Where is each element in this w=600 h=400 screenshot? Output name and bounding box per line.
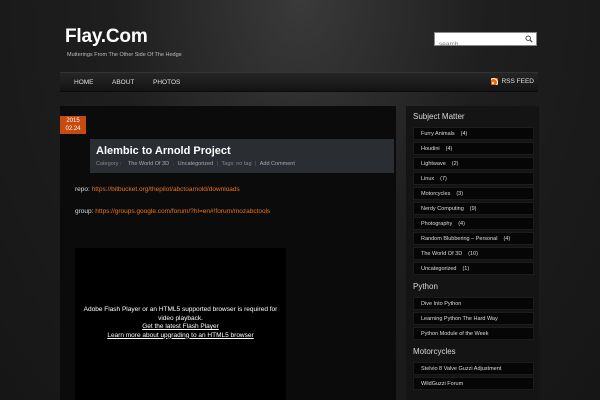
- upgrade-html5-link[interactable]: Learn more about upgrading to an HTML5 b…: [75, 332, 286, 341]
- sidebar-item-label: Motorcycles: [421, 191, 451, 197]
- sidebar-item-label: Linux: [421, 176, 435, 182]
- sidebar-item-count: (7): [440, 176, 447, 182]
- tags-label: Tags: no tag: [221, 161, 252, 167]
- meta-separator: |: [255, 161, 257, 167]
- rss-feed-link[interactable]: RSS FEED: [491, 78, 534, 85]
- group-line: group: https://groups.google.com/forum/?…: [75, 208, 270, 215]
- sidebar-item-label: Python Module of the Week: [421, 331, 489, 337]
- sidebar-item-count: (4): [458, 221, 465, 227]
- sidebar-item-lightwave[interactable]: Lightwave (2): [413, 157, 534, 170]
- sidebar-item-label: Nerdy Computing: [421, 206, 464, 212]
- search-box: [434, 32, 537, 51]
- sidebar-item-count: (1): [462, 266, 470, 272]
- sidebar-item-label: Learning Python The Hard Way: [421, 316, 498, 322]
- sidebar-item-label: Lightwave: [421, 161, 446, 167]
- post-date-badge: 2015 02.24: [60, 116, 86, 134]
- sidebar-item-label: The World Of 3D: [421, 251, 463, 257]
- sidebar-item-houdini[interactable]: Houdini (4): [413, 142, 534, 155]
- add-comment-link[interactable]: Add Comment: [260, 161, 295, 167]
- sidebar-item-world-of-3d[interactable]: The World Of 3D (10): [413, 247, 534, 260]
- flash-message-line2: video playback.: [158, 314, 203, 322]
- sidebar-item-count: (3): [456, 191, 464, 197]
- sidebar-item-label: WildGuzzi Forum: [421, 381, 464, 387]
- sidebar-item-count: (2): [451, 161, 459, 167]
- sidebar-item-motorcycles[interactable]: Motorcycles (3): [413, 187, 534, 200]
- sidebar-item-count: (10): [468, 251, 478, 257]
- sidebar-item-count: (4): [445, 146, 453, 152]
- rss-icon: [491, 78, 499, 85]
- sidebar-item-count: (9): [469, 206, 477, 212]
- search-input[interactable]: [435, 38, 521, 51]
- main-navbar: HOME ABOUT PHOTOS RSS FEED: [60, 72, 538, 92]
- sidebar-item-random-blubbering[interactable]: Random Blubbering – Personal (4): [413, 232, 534, 245]
- meta-separator: ,: [172, 161, 175, 167]
- nav-home[interactable]: HOME: [74, 79, 94, 86]
- repo-link[interactable]: https://bitbucket.org/thepilot/abctoarno…: [92, 186, 240, 193]
- sidebar-link-wildguzzi[interactable]: WildGuzzi Forum: [413, 377, 534, 390]
- sidebar-item-label: Stelvio 8 Valve Guzzi Adjustment: [421, 366, 502, 372]
- sidebar-item-label: Furry Animals: [421, 131, 455, 137]
- category-link-3d[interactable]: The World Of 3D: [128, 161, 169, 167]
- sidebar-item-uncategorized[interactable]: Uncategorized (1): [413, 262, 534, 275]
- sidebar-item-furry-animals[interactable]: Furry Animals (4): [413, 127, 534, 140]
- sidebar-item-photography[interactable]: Photography (4): [413, 217, 534, 230]
- flash-message: Adobe Flash Player or an HTML5 supported…: [75, 306, 286, 340]
- meta-separator: |: [216, 161, 219, 167]
- repo-label: repo:: [75, 186, 90, 193]
- nav-photos[interactable]: PHOTOS: [153, 79, 180, 86]
- repo-line: repo: https://bitbucket.org/thepilot/abc…: [75, 186, 240, 193]
- sidebar-link-python-motw[interactable]: Python Module of the Week: [413, 327, 534, 340]
- sidebar-link-learn-python-hard-way[interactable]: Learning Python The Hard Way: [413, 312, 534, 325]
- sidebar-item-label: Houdini: [421, 146, 440, 152]
- sidebar-link-stelvio[interactable]: Stelvio 8 Valve Guzzi Adjustment: [413, 362, 534, 375]
- flash-message-line1: Adobe Flash Player or an HTML5 supported…: [83, 306, 278, 313]
- nav-about[interactable]: ABOUT: [112, 79, 134, 86]
- sidebar-title-python: Python: [413, 282, 438, 291]
- category-label: Category :: [96, 161, 122, 167]
- sidebar-item-nerdy-computing[interactable]: Nerdy Computing (9): [413, 202, 534, 215]
- sidebar-title-subject-matter: Subject Matter: [413, 112, 465, 121]
- sidebar-item-linux[interactable]: Linux (7): [413, 172, 534, 185]
- site-tagline: Mutterings From The Other Side Of The He…: [67, 52, 182, 58]
- group-label: group:: [75, 208, 94, 215]
- sidebar-title-motorcycles: Motorcycles: [413, 347, 456, 356]
- post-meta: Category : The World Of 3D , Uncategoriz…: [96, 161, 295, 167]
- sidebar-item-count: (4): [460, 131, 468, 137]
- sidebar-item-label: Photography: [421, 221, 453, 227]
- category-link-uncategorized[interactable]: Uncategorized: [178, 161, 213, 167]
- search-icon[interactable]: [525, 35, 533, 43]
- post-header: Alembic to Arnold Project Category : The…: [90, 139, 394, 173]
- group-link[interactable]: https://groups.google.com/forum/?hl=en#!…: [95, 208, 270, 215]
- video-player[interactable]: Adobe Flash Player or an HTML5 supported…: [75, 248, 286, 400]
- post-title[interactable]: Alembic to Arnold Project: [96, 145, 231, 157]
- rss-feed-label: RSS FEED: [501, 78, 534, 85]
- post-date-day: 02.24: [65, 126, 81, 132]
- sidebar-item-label: Random Blubbering – Personal: [421, 236, 498, 242]
- sidebar-item-label: Uncategorized: [421, 266, 457, 272]
- sidebar-link-dive-into-python[interactable]: Dive Into Python: [413, 297, 534, 310]
- sidebar-item-label: Dive Into Python: [421, 301, 462, 307]
- site-title[interactable]: Flay.Com: [65, 26, 148, 48]
- sidebar-item-count: (4): [503, 236, 511, 242]
- get-flash-player-link[interactable]: Get the latest Flash Player: [75, 323, 286, 332]
- post-date-year: 2015: [66, 118, 80, 124]
